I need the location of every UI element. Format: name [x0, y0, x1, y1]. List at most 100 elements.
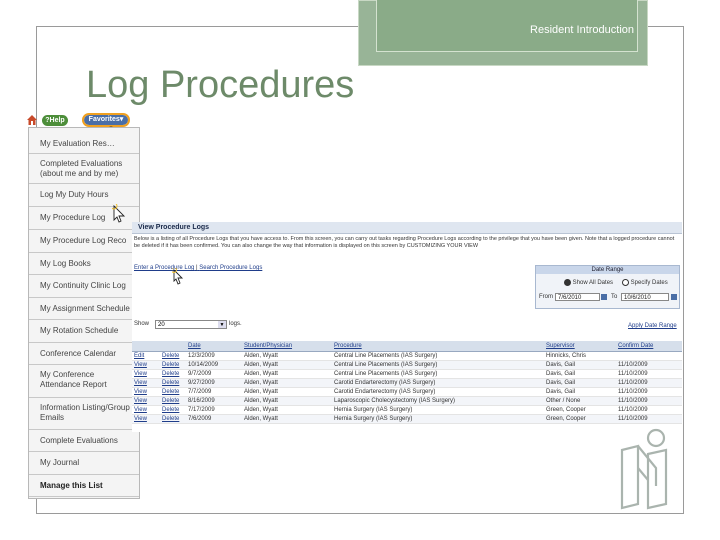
to-date-input[interactable]: 10/6/2010 [621, 293, 669, 301]
table-header: Date Student/Physician Procedure Supervi… [132, 341, 682, 352]
row-physician: Alden, Wyatt [244, 389, 278, 395]
column-procedure[interactable]: Procedure [334, 343, 362, 349]
row-delete-link[interactable]: Delete [162, 353, 179, 359]
table-row[interactable]: View Delete 8/16/2009 Alden, Wyatt Laparosco… [132, 397, 682, 406]
apply-date-range-link[interactable]: Apply Date Range [628, 323, 677, 329]
row-delete-link[interactable]: Delete [162, 416, 179, 422]
menu-item-label: My Journal [40, 458, 80, 467]
logo-icon [620, 428, 668, 510]
menu-item-label: My Rotation Schedule [40, 326, 119, 335]
date-range-panel: Date Range Show All Dates Specify Dates … [535, 265, 680, 309]
row-delete-link[interactable]: Delete [162, 362, 179, 368]
row-date: 7/6/2009 [188, 416, 212, 422]
show-count-select[interactable]: 20 ▼ [155, 320, 227, 329]
menu-item[interactable]: My Rotation Schedule [29, 320, 139, 343]
menu-item[interactable]: Completed Evaluations (about me and by me… [29, 154, 139, 184]
row-date: 10/14/2009 [188, 362, 219, 368]
row-procedure: Hernia Surgery (IAS Surgery) [334, 407, 413, 413]
table-row[interactable]: View Delete 7/17/2009 Alden, Wyatt Hernia Su… [132, 406, 682, 415]
calendar-icon[interactable] [671, 294, 677, 300]
menu-item[interactable]: My Procedure Log Reco [29, 230, 139, 253]
table-row[interactable]: View Delete 7/6/2009 Alden, Wyatt Hernia Sur… [132, 415, 682, 424]
calendar-icon[interactable] [601, 294, 607, 300]
row-confirm-date: 11/10/2009 [618, 398, 648, 404]
link-separator: | [196, 265, 198, 271]
row-action-link[interactable]: View [134, 371, 147, 377]
row-action-link[interactable]: Edit [134, 353, 144, 359]
click-cursor-icon [112, 204, 126, 223]
menu-item[interactable]: Information Listing/Group Emails [29, 398, 139, 430]
header-text: Resident Introduction [530, 24, 634, 36]
menu-item[interactable]: Conference Calendar [29, 343, 139, 365]
column-date[interactable]: Date [188, 343, 201, 349]
home-icon[interactable] [27, 115, 37, 125]
row-delete-link[interactable]: Delete [162, 407, 179, 413]
menu-item-label: My Log Books [40, 259, 91, 268]
chevron-down-icon[interactable]: ▼ [218, 321, 226, 328]
row-physician: Alden, Wyatt [244, 407, 278, 413]
from-date-input[interactable]: 7/6/2010 [555, 293, 600, 301]
row-physician: Alden, Wyatt [244, 362, 278, 368]
menu-item[interactable]: My Continuity Clinic Log [29, 275, 139, 298]
row-physician: Alden, Wyatt [244, 380, 278, 386]
table-row[interactable]: View Delete 7/7/2009 Alden, Wyatt Carotid En… [132, 388, 682, 397]
radio-selected-icon[interactable] [564, 279, 571, 286]
row-date: 9/7/2009 [188, 371, 212, 377]
menu-item[interactable]: My Journal [29, 452, 139, 475]
help-button[interactable]: ?Help [42, 115, 68, 126]
table-row[interactable]: View Delete 9/27/2009 Alden, Wyatt Carotid E… [132, 379, 682, 388]
row-procedure: Central Line Placements (IAS Surgery) [334, 353, 438, 359]
row-procedure: Carotid Endarterectomy (IAS Surgery) [334, 389, 436, 395]
row-supervisor: Other / None [546, 398, 581, 404]
window-title: View Procedure Logs [132, 222, 682, 234]
menu-item[interactable]: My Log Books [29, 253, 139, 275]
show-label: Show [134, 321, 150, 327]
menu-item-label: My Procedure Log Reco [40, 236, 127, 245]
row-action-link[interactable]: View [134, 362, 147, 368]
row-action-link[interactable]: View [134, 407, 147, 413]
menu-item[interactable]: Manage this List [29, 475, 139, 497]
radio-icon[interactable] [622, 279, 629, 286]
action-links: Enter a Procedure Log | Search Procedure… [134, 265, 262, 271]
menu-item-label: Attendance Report [40, 380, 107, 389]
show-all-dates-option[interactable]: Show All Dates [564, 279, 613, 286]
specify-dates-option[interactable]: Specify Dates [622, 279, 668, 286]
row-physician: Alden, Wyatt [244, 416, 278, 422]
search-procedure-logs-link[interactable]: Search Procedure Logs [199, 265, 262, 271]
row-physician: Alden, Wyatt [244, 371, 278, 377]
menu-item-label: My Evaluation Res… [40, 139, 115, 148]
row-action-link[interactable]: View [134, 398, 147, 404]
row-delete-link[interactable]: Delete [162, 389, 179, 395]
row-delete-link[interactable]: Delete [162, 380, 179, 386]
menu-item-label: Complete Evaluations [40, 436, 118, 445]
menu-item[interactable]: Complete Evaluations [29, 430, 139, 452]
row-action-link[interactable]: View [134, 389, 147, 395]
menu-item[interactable]: My Evaluation Res… [29, 133, 139, 154]
column-supervisor[interactable]: Supervisor [546, 343, 575, 349]
row-confirm-date: 11/10/2009 [618, 362, 648, 368]
toolbar: ?Help Favorites▾ [24, 113, 140, 127]
table-row[interactable]: View Delete 9/7/2009 Alden, Wyatt Central Li… [132, 370, 682, 379]
row-procedure: Central Line Placements (IAS Surgery) [334, 362, 438, 368]
row-action-link[interactable]: View [134, 380, 147, 386]
click-cursor-icon [172, 268, 184, 285]
table-row[interactable]: Edit Delete 12/3/2009 Alden, Wyatt Central L… [132, 352, 682, 361]
row-date: 9/27/2009 [188, 380, 215, 386]
row-action-link[interactable]: View [134, 416, 147, 422]
row-delete-link[interactable]: Delete [162, 398, 179, 404]
menu-item[interactable]: My Conference Attendance Report [29, 365, 139, 398]
slide-title: Log Procedures [86, 64, 355, 106]
row-procedure: Laparoscopic Cholecystectomy (IAS Surger… [334, 398, 456, 404]
favorites-button[interactable]: Favorites▾ [82, 113, 130, 127]
menu-item[interactable]: My Assignment Schedule [29, 298, 139, 320]
table-row[interactable]: View Delete 10/14/2009 Alden, Wyatt Central … [132, 361, 682, 370]
row-supervisor: Green, Cooper [546, 416, 586, 422]
row-physician: Alden, Wyatt [244, 353, 278, 359]
menu-item-label: Emails [40, 413, 65, 422]
row-confirm-date: 11/10/2009 [618, 371, 648, 377]
show-suffix: logs. [229, 321, 242, 327]
row-date: 8/16/2009 [188, 398, 215, 404]
row-delete-link[interactable]: Delete [162, 371, 179, 377]
column-confirm-date[interactable]: Confirm Date [618, 343, 653, 349]
column-physician[interactable]: Student/Physician [244, 343, 292, 349]
